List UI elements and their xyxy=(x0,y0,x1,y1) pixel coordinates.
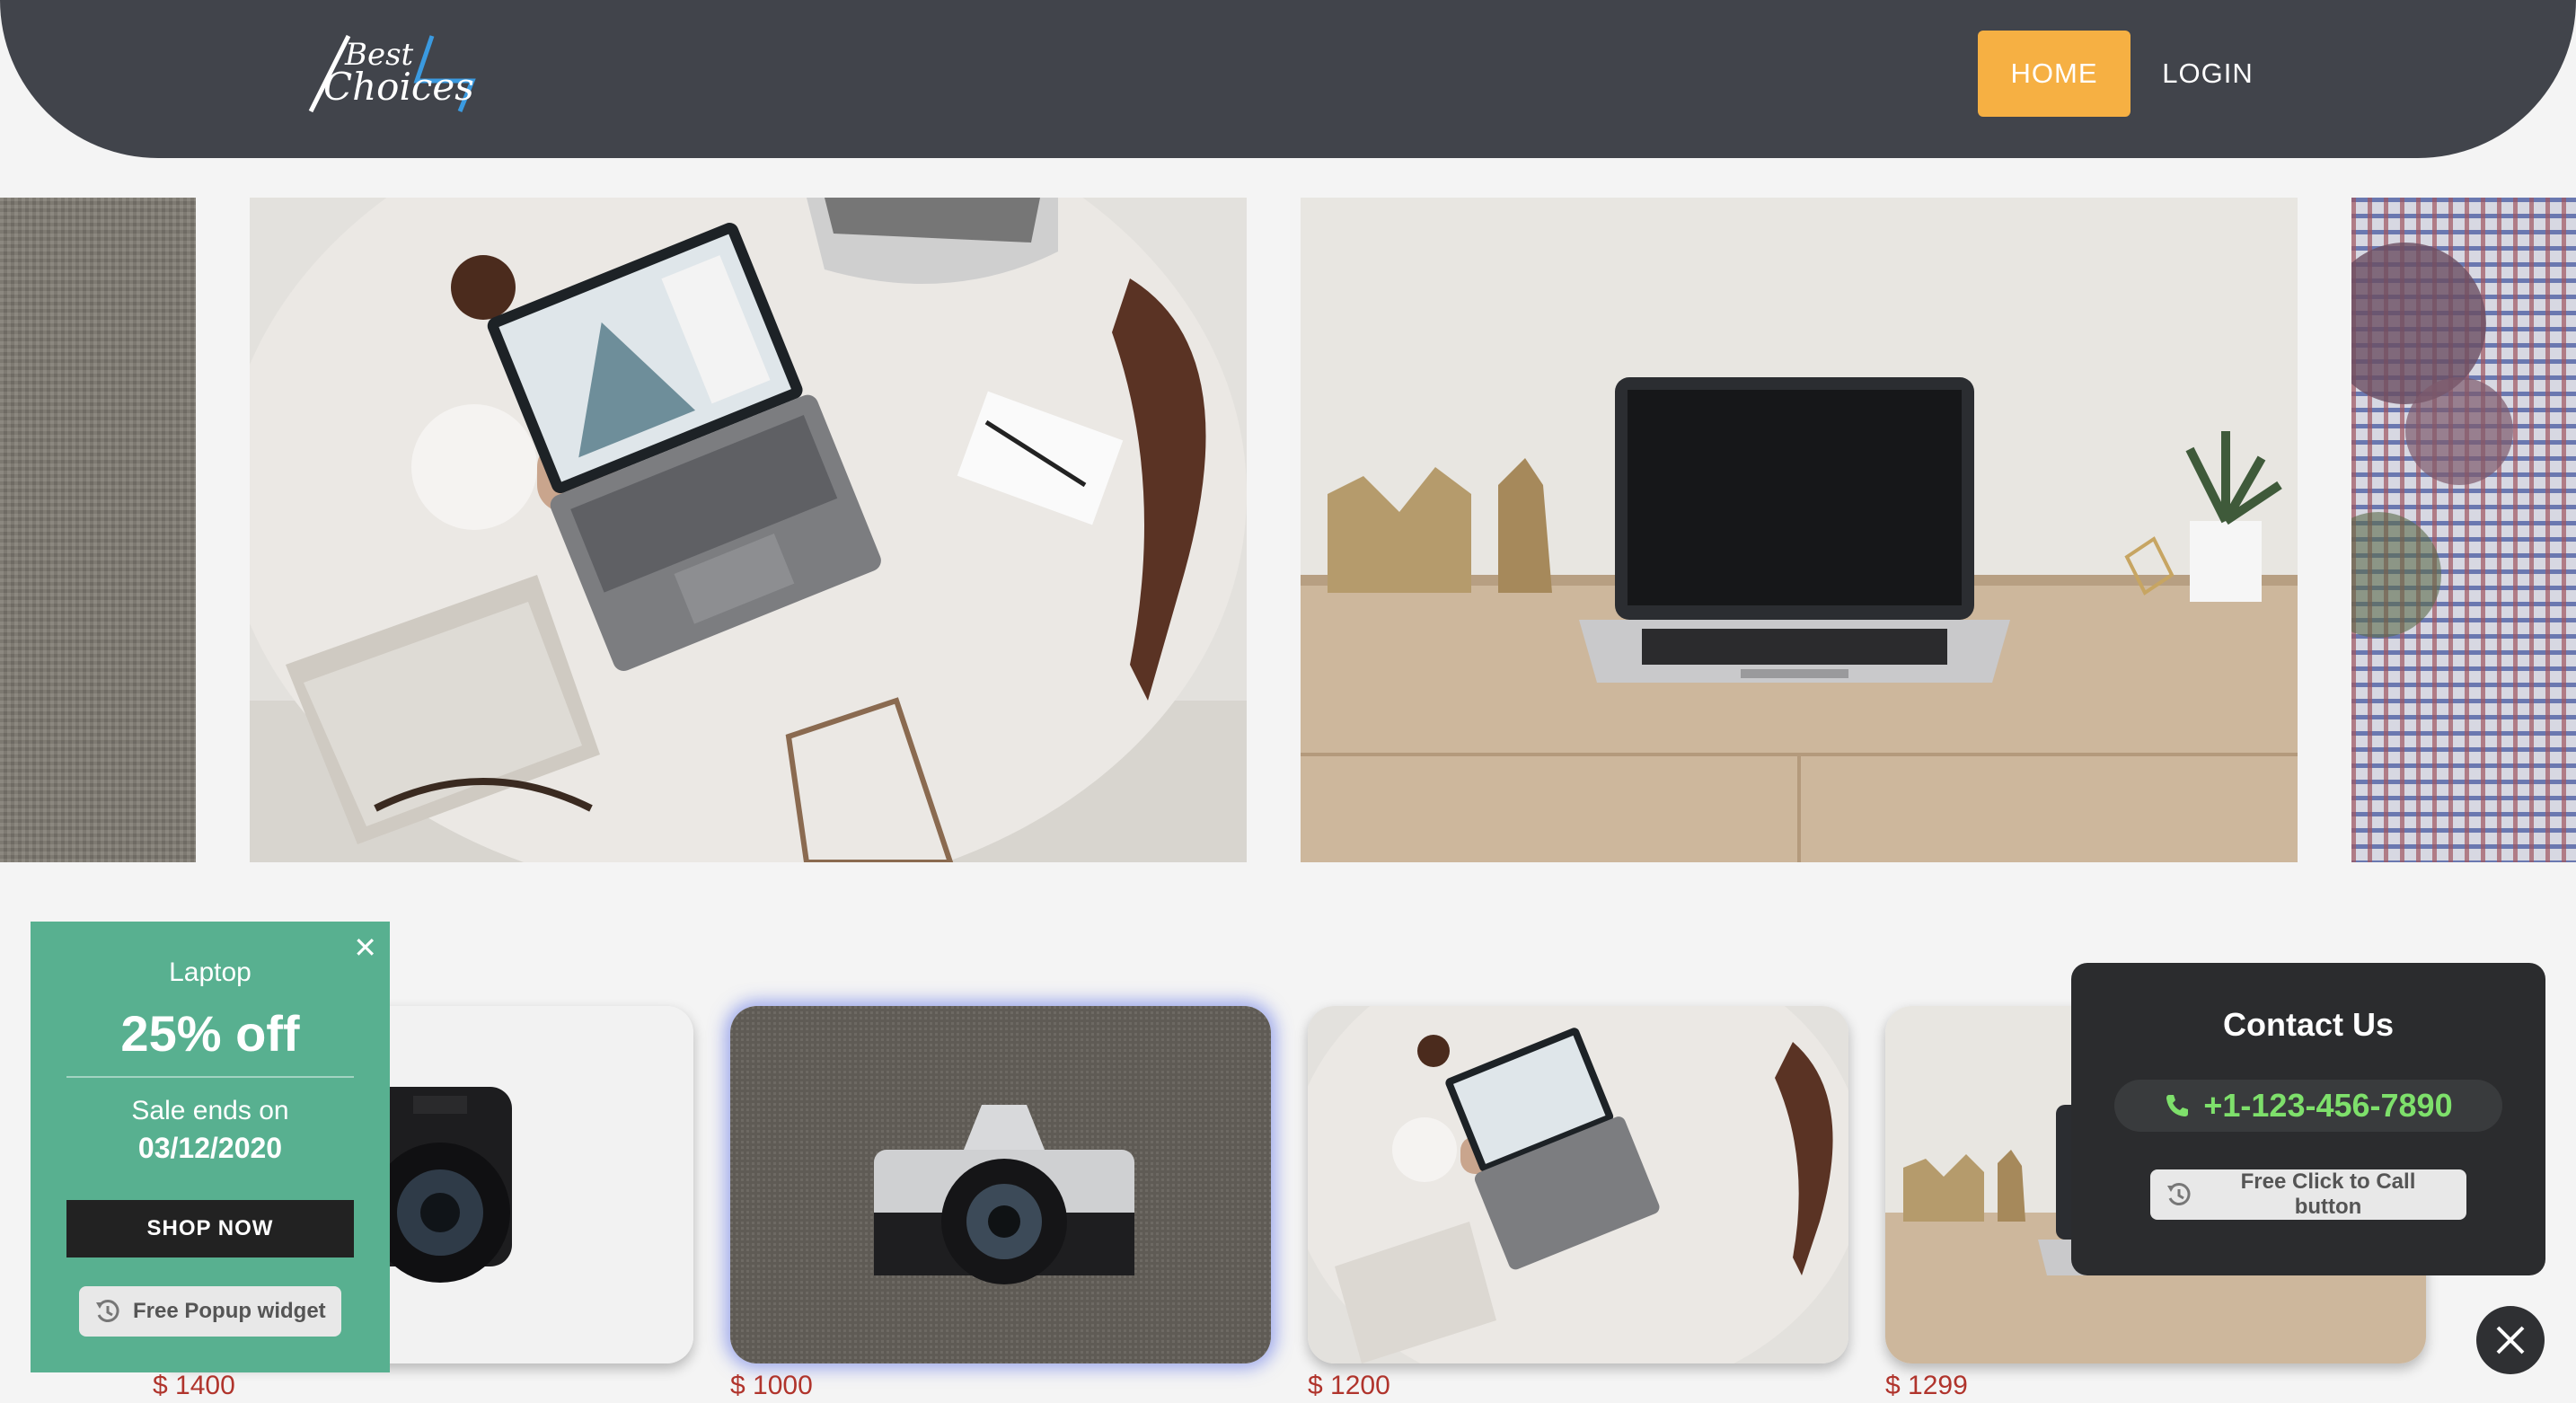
promo-popup: ✕ Laptop 25% off Sale ends on 03/12/2020… xyxy=(31,922,390,1372)
popup-product-name: Laptop xyxy=(169,957,251,987)
product-card[interactable] xyxy=(1308,1006,1848,1363)
nav-home-button[interactable]: HOME xyxy=(1978,31,2130,117)
click-to-call-badge[interactable]: Free Click to Call button xyxy=(2150,1169,2466,1220)
carousel-slide[interactable] xyxy=(250,198,1247,862)
phone-number: +1-123-456-7890 xyxy=(2203,1087,2453,1124)
close-widget-button[interactable] xyxy=(2476,1306,2545,1374)
laptop-on-wooden-desk-photo xyxy=(1301,198,2298,862)
laptop-on-round-table-photo xyxy=(250,198,1247,862)
site-header: Best Choices HOME LOGIN xyxy=(0,0,2576,158)
brand-logo[interactable]: Best Choices xyxy=(302,29,481,119)
contact-title: Contact Us xyxy=(2222,1006,2395,1043)
popup-sale-date: 03/12/2020 xyxy=(137,1132,283,1164)
shop-now-button[interactable]: SHOP NOW xyxy=(66,1200,354,1257)
carousel-slide[interactable] xyxy=(0,198,196,862)
nav-login-link[interactable]: LOGIN xyxy=(2152,31,2263,117)
contact-widget: Contact Us +1-123-456-7890 Free Click to… xyxy=(2071,963,2545,1275)
close-icon xyxy=(2496,1326,2525,1354)
canon-film-camera-photo xyxy=(730,1006,1271,1363)
popup-discount: 25% off xyxy=(120,1005,300,1062)
popup-divider xyxy=(66,1076,354,1078)
phone-icon xyxy=(2166,1095,2189,1116)
popup-widget-badge-label: Free Popup widget xyxy=(133,1299,326,1323)
fabric-texture-photo xyxy=(0,198,196,862)
carousel-slide[interactable] xyxy=(1301,198,2298,862)
product-price: $ 1400 xyxy=(153,1371,235,1400)
product-price: $ 1299 xyxy=(1885,1371,1968,1400)
call-phone-button[interactable]: +1-123-456-7890 xyxy=(2114,1080,2502,1132)
logo-word-choices: Choices xyxy=(323,65,474,109)
laptop-on-round-table-photo xyxy=(1308,1006,1848,1363)
plaid-fabric-with-plant-photo xyxy=(2351,198,2576,862)
product-price: $ 1000 xyxy=(730,1371,813,1400)
product-price: $ 1200 xyxy=(1308,1371,1390,1400)
popup-widget-badge[interactable]: Free Popup widget xyxy=(79,1286,341,1337)
popup-sale-label: Sale ends on xyxy=(131,1096,289,1125)
carousel-slide[interactable] xyxy=(2351,198,2576,862)
refresh-icon xyxy=(2167,1183,2191,1205)
click-to-call-badge-label: Free Click to Call button xyxy=(2240,1169,2416,1219)
refresh-icon xyxy=(96,1300,119,1322)
product-card[interactable] xyxy=(730,1006,1271,1363)
